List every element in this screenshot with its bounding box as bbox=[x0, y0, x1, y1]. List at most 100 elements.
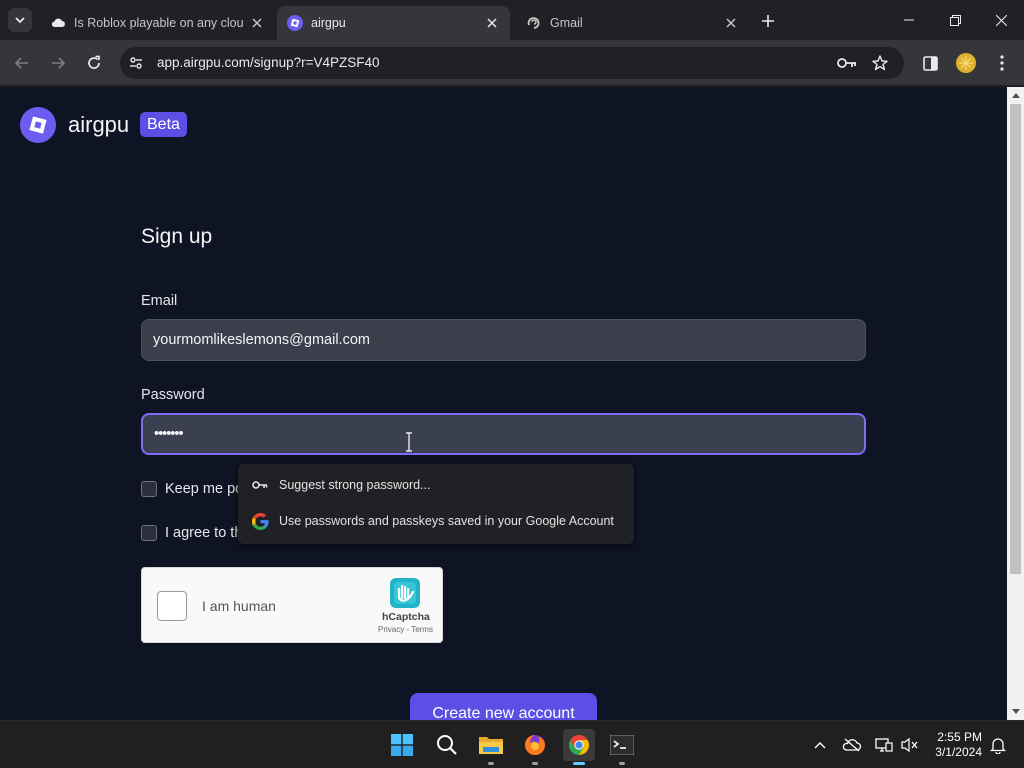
side-panel-button[interactable] bbox=[916, 49, 944, 77]
kebab-menu-icon bbox=[1000, 55, 1004, 71]
firefox-button[interactable] bbox=[519, 729, 551, 765]
email-label: Email bbox=[141, 293, 178, 309]
close-icon[interactable] bbox=[249, 15, 265, 31]
bell-icon bbox=[990, 737, 1006, 754]
terminal-button[interactable] bbox=[606, 729, 638, 765]
captcha-links[interactable]: Privacy - Terms bbox=[378, 625, 433, 634]
volume-muted-icon bbox=[901, 737, 918, 753]
email-value: yourmomlikeslemons@gmail.com bbox=[153, 332, 370, 348]
agree-terms-label[interactable]: I agree to th bbox=[165, 525, 242, 541]
text-cursor-icon bbox=[406, 432, 412, 452]
brand-name: airgpu bbox=[68, 112, 130, 137]
beta-badge: Beta bbox=[140, 112, 187, 137]
cloud-offline-icon bbox=[842, 738, 862, 752]
password-field[interactable]: ••••••• bbox=[141, 413, 866, 455]
google-passwords-option[interactable]: Use passwords and passkeys saved in your… bbox=[238, 504, 634, 538]
captcha-brand: hCaptcha bbox=[382, 611, 430, 623]
back-button[interactable] bbox=[8, 49, 36, 77]
chrome-icon bbox=[569, 735, 589, 755]
tab-gmail[interactable]: Gmail bbox=[516, 6, 749, 40]
side-panel-icon bbox=[922, 55, 938, 71]
restore-button[interactable] bbox=[932, 0, 978, 40]
close-window-button[interactable] bbox=[978, 0, 1024, 40]
plus-icon bbox=[762, 15, 774, 27]
hcaptcha-logo-icon bbox=[390, 578, 420, 608]
suggest-password-label: Suggest strong password... bbox=[279, 478, 431, 492]
close-icon bbox=[995, 14, 1007, 26]
cloud-icon bbox=[51, 18, 65, 27]
start-button[interactable] bbox=[386, 729, 418, 761]
tab-title: airgpu bbox=[311, 16, 346, 30]
network-button[interactable] bbox=[872, 733, 896, 757]
url-text[interactable]: app.airgpu.com/signup?r=V4PZSF40 bbox=[157, 55, 380, 70]
tab-search-button[interactable] bbox=[8, 8, 32, 32]
folder-icon bbox=[479, 737, 503, 754]
search-button[interactable] bbox=[431, 729, 463, 761]
onedrive-button[interactable] bbox=[840, 733, 864, 757]
tab-title: Is Roblox playable on any cloud bbox=[74, 16, 243, 30]
google-passwords-label: Use passwords and passkeys saved in your… bbox=[279, 514, 614, 528]
password-label: Password bbox=[141, 387, 205, 403]
tab-airgpu[interactable]: airgpu bbox=[277, 6, 510, 40]
terminal-icon bbox=[610, 735, 634, 755]
file-explorer-button[interactable] bbox=[475, 729, 507, 765]
tab-title: Gmail bbox=[550, 16, 583, 30]
clock-time: 2:55 PM bbox=[937, 730, 982, 744]
system-clock[interactable]: 2:55 PM 3/1/2024 bbox=[924, 730, 982, 760]
page-title: Sign up bbox=[141, 225, 213, 248]
agree-terms-checkbox[interactable] bbox=[141, 525, 157, 541]
reload-button[interactable] bbox=[80, 49, 108, 77]
search-icon bbox=[437, 735, 457, 755]
page-content: airgpu Beta Sign up Email yourmomlikesle… bbox=[0, 87, 1007, 720]
firefox-icon bbox=[525, 735, 545, 755]
airgpu-logo-icon bbox=[29, 116, 47, 134]
tab-roblox[interactable]: Is Roblox playable on any cloud bbox=[40, 6, 275, 40]
browser-toolbar: app.airgpu.com/signup?r=V4PZSF40 bbox=[0, 40, 1024, 86]
password-value: ••••••• bbox=[154, 426, 184, 442]
arrow-right-icon bbox=[52, 57, 66, 69]
profile-avatar-button[interactable] bbox=[952, 49, 980, 77]
forward-button[interactable] bbox=[44, 49, 72, 77]
loading-icon bbox=[527, 17, 540, 29]
keep-logged-in-label[interactable]: Keep me po bbox=[165, 481, 243, 497]
scroll-thumb[interactable] bbox=[1010, 104, 1021, 574]
tab-strip: Is Roblox playable on any cloud airgpu G… bbox=[0, 0, 1024, 40]
bookmark-star-icon[interactable] bbox=[868, 51, 892, 75]
windows-taskbar: 2:55 PM 3/1/2024 bbox=[0, 720, 1024, 768]
menu-button[interactable] bbox=[988, 49, 1016, 77]
site-info-icon[interactable] bbox=[124, 51, 148, 75]
windows-icon bbox=[391, 734, 413, 756]
close-icon[interactable] bbox=[723, 15, 739, 31]
chrome-button[interactable] bbox=[563, 729, 595, 765]
volume-button[interactable] bbox=[898, 733, 922, 757]
restore-icon bbox=[949, 14, 961, 26]
hcaptcha-widget: I am human hCaptcha Privacy - Terms bbox=[141, 567, 443, 643]
chevron-down-icon bbox=[15, 17, 25, 24]
address-bar[interactable]: app.airgpu.com/signup?r=V4PZSF40 bbox=[120, 47, 904, 79]
scroll-up-icon[interactable] bbox=[1007, 87, 1024, 104]
close-icon[interactable] bbox=[484, 15, 500, 31]
tray-overflow-button[interactable] bbox=[808, 733, 832, 757]
create-account-button[interactable]: Create new account bbox=[410, 693, 597, 720]
password-key-icon[interactable] bbox=[835, 51, 859, 75]
captcha-checkbox[interactable] bbox=[157, 591, 187, 621]
network-icon bbox=[875, 738, 893, 752]
clock-date: 3/1/2024 bbox=[935, 745, 982, 759]
password-autofill-popup: Suggest strong password... Use passwords… bbox=[238, 464, 634, 544]
airgpu-logo[interactable] bbox=[20, 107, 56, 143]
notifications-button[interactable] bbox=[986, 733, 1010, 757]
airgpu-favicon-icon bbox=[287, 15, 303, 31]
key-icon bbox=[250, 475, 270, 495]
new-tab-button[interactable] bbox=[757, 10, 779, 32]
reload-icon bbox=[88, 55, 100, 69]
suggest-password-option[interactable]: Suggest strong password... bbox=[238, 468, 634, 502]
scroll-down-icon[interactable] bbox=[1007, 703, 1024, 720]
google-icon bbox=[250, 511, 270, 531]
email-field[interactable]: yourmomlikeslemons@gmail.com bbox=[141, 319, 866, 361]
avatar-icon bbox=[956, 53, 976, 73]
minimize-button[interactable] bbox=[886, 0, 932, 40]
keep-logged-in-checkbox[interactable] bbox=[141, 481, 157, 497]
page-scrollbar[interactable] bbox=[1007, 87, 1024, 720]
chevron-up-icon bbox=[814, 742, 826, 749]
captcha-label: I am human bbox=[202, 598, 276, 614]
